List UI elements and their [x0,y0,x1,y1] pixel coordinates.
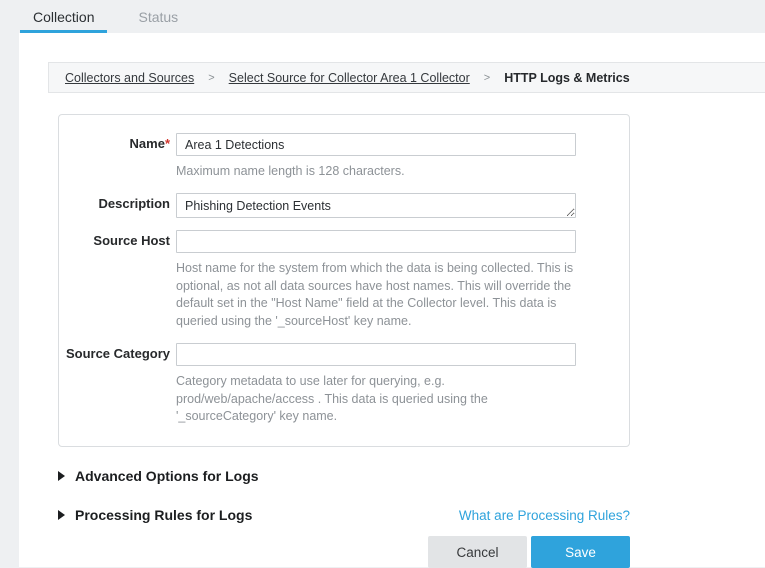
name-label: Name* [59,133,176,181]
save-button[interactable]: Save [531,536,630,568]
source-host-label: Source Host [59,230,176,331]
source-category-hint: Category metadata to use later for query… [176,373,578,426]
source-host-hint: Host name for the system from which the … [176,260,578,331]
source-category-label: Source Category [59,343,176,426]
source-host-field-row: Source Host Host name for the system fro… [59,230,580,331]
breadcrumb: Collectors and Sources > Select Source f… [48,62,765,93]
main-panel: Collectors and Sources > Select Source f… [19,33,765,567]
description-field-row: Description Phishing Detection Events [59,193,580,218]
breadcrumb-separator-icon: > [484,72,490,84]
what-are-processing-rules-link[interactable]: What are Processing Rules? [459,508,630,523]
description-label: Description [59,193,176,218]
name-field-row: Name* Maximum name length is 128 charact… [59,133,580,181]
tab-status[interactable]: Status [125,0,191,33]
source-category-field-row: Source Category Category metadata to use… [59,343,580,426]
tab-collection-label: Collection [33,9,94,25]
source-category-input[interactable] [176,343,576,366]
source-host-input[interactable] [176,230,576,253]
required-asterisk: * [165,136,170,151]
breadcrumb-separator-icon: > [208,72,214,84]
processing-rules-title: Processing Rules for Logs [75,507,252,523]
processing-rules-section-toggle[interactable]: Processing Rules for Logs [58,507,252,523]
chevron-right-icon [58,471,65,481]
screen: Collection Status Collectors and Sources… [0,0,765,567]
name-input[interactable] [176,133,576,156]
name-hint: Maximum name length is 128 characters. [176,163,578,181]
advanced-options-title: Advanced Options for Logs [75,468,259,484]
breadcrumb-collectors-and-sources[interactable]: Collectors and Sources [65,71,194,85]
source-config-form: Name* Maximum name length is 128 charact… [58,114,630,447]
tab-status-label: Status [138,9,178,25]
description-textarea[interactable]: Phishing Detection Events [176,193,576,218]
tab-collection[interactable]: Collection [20,0,107,33]
collapsible-sections: Advanced Options for Logs Processing Rul… [58,468,630,568]
form-actions: Cancel Save [58,536,630,568]
advanced-options-section-toggle[interactable]: Advanced Options for Logs [58,468,630,484]
tab-bar: Collection Status [0,0,765,33]
breadcrumb-select-source[interactable]: Select Source for Collector Area 1 Colle… [229,71,470,85]
cancel-button[interactable]: Cancel [428,536,527,568]
chevron-right-icon [58,510,65,520]
breadcrumb-current-page: HTTP Logs & Metrics [504,71,629,85]
